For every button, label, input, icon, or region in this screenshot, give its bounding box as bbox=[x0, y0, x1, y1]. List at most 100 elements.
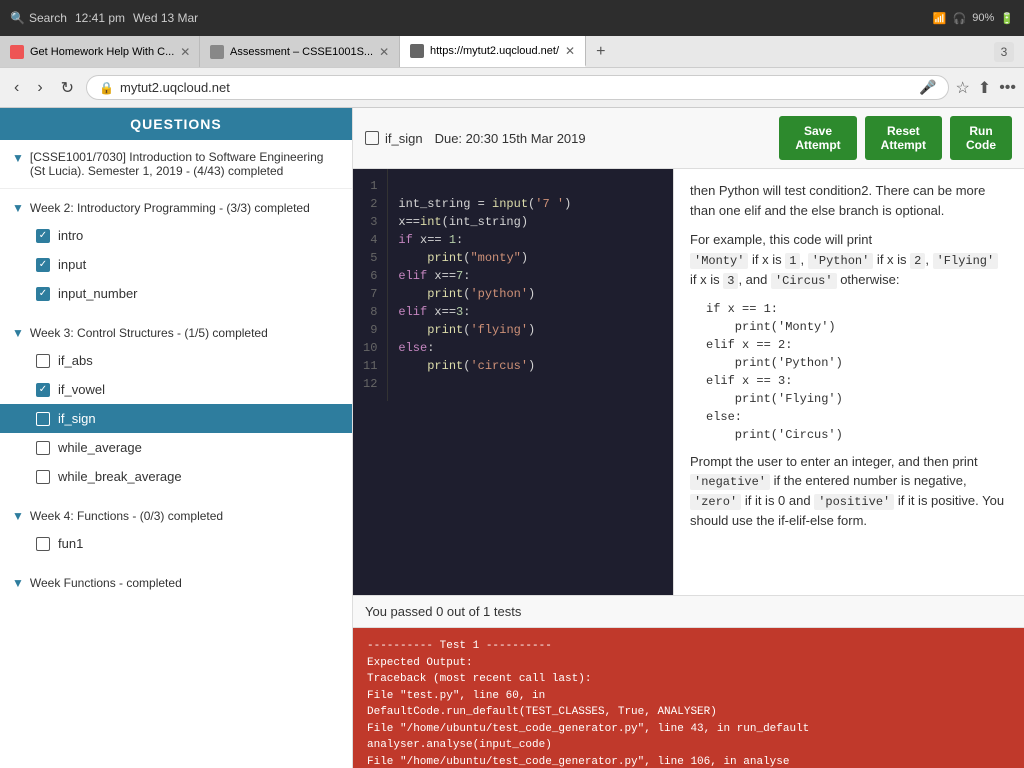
while-break-average-checkbox bbox=[36, 470, 50, 484]
due-date: Due: 20:30 15th Mar 2019 bbox=[435, 131, 586, 146]
test-line-5: DefaultCode.run_default(TEST_CLASSES, Tr… bbox=[367, 704, 1010, 721]
week4-chevron-icon: ▼ bbox=[12, 509, 24, 523]
week-functions-header[interactable]: ▼ Week Functions - completed bbox=[0, 570, 352, 596]
desc-para1: For example, this code will print 'Monty… bbox=[690, 230, 1008, 290]
while-average-label: while_average bbox=[58, 440, 142, 455]
sidebar-item-intro[interactable]: ✓ intro bbox=[0, 221, 352, 250]
input-label: input bbox=[58, 257, 86, 272]
code-lines: 12345 678910 1112 int_string = input('7 … bbox=[353, 169, 673, 401]
tab-assessment[interactable]: Assessment – CSSE1001S... ✕ bbox=[200, 36, 400, 67]
week2-header[interactable]: ▼ Week 2: Introductory Programming - (3/… bbox=[0, 195, 352, 221]
share-button[interactable]: ⬆ bbox=[978, 78, 991, 98]
week-functions-chevron-icon: ▼ bbox=[12, 576, 24, 590]
x3-inline: 3 bbox=[723, 273, 738, 289]
fun1-checkbox bbox=[36, 537, 50, 551]
week2-group: ▼ Week 2: Introductory Programming - (3/… bbox=[0, 189, 352, 314]
if-abs-checkbox bbox=[36, 354, 50, 368]
circus-inline: 'Circus' bbox=[771, 273, 837, 289]
new-tab-button[interactable]: + bbox=[586, 43, 615, 61]
reset-attempt-button[interactable]: Reset Attempt bbox=[865, 116, 942, 160]
sidebar-item-fun1[interactable]: fun1 bbox=[0, 529, 352, 558]
if-vowel-checkbox: ✓ bbox=[36, 383, 50, 397]
tab-close-mytut[interactable]: ✕ bbox=[565, 44, 575, 58]
positive-inline: 'positive' bbox=[814, 494, 894, 510]
sidebar-course[interactable]: ▼ [CSSE1001/7030] Introduction to Softwa… bbox=[0, 140, 352, 189]
header-actions: Save Attempt Reset Attempt Run Code bbox=[779, 116, 1012, 160]
while-break-average-label: while_break_average bbox=[58, 469, 182, 484]
lock-icon: 🔒 bbox=[99, 81, 114, 95]
sidebar-item-input-number[interactable]: ✓ input_number bbox=[0, 279, 352, 308]
week3-label: Week 3: Control Structures - (1/5) compl… bbox=[30, 326, 268, 340]
intro-label: intro bbox=[58, 228, 83, 243]
tab-count-badge: 3 bbox=[994, 42, 1014, 62]
tab-icon-assessment bbox=[210, 45, 224, 59]
tab-homework[interactable]: Get Homework Help With C... ✕ bbox=[0, 36, 200, 67]
back-button[interactable]: ‹ bbox=[8, 77, 25, 99]
main-layout: QUESTIONS ▼ [CSSE1001/7030] Introduction… bbox=[0, 108, 1024, 768]
input-checkbox: ✓ bbox=[36, 258, 50, 272]
week2-label: Week 2: Introductory Programming - (3/3)… bbox=[30, 201, 310, 215]
tab-label-homework: Get Homework Help With C... bbox=[30, 46, 174, 58]
if-vowel-label: if_vowel bbox=[58, 382, 105, 397]
sidebar-item-input[interactable]: ✓ input bbox=[0, 250, 352, 279]
x1-inline: 1 bbox=[785, 253, 800, 269]
week3-chevron-icon: ▼ bbox=[12, 326, 24, 340]
tab-close-homework[interactable]: ✕ bbox=[180, 45, 190, 59]
if-sign-checkbox bbox=[36, 412, 50, 426]
address-bar[interactable]: 🔒 mytut2.uqcloud.net 🎤 bbox=[86, 75, 949, 100]
if-sign-label: if_sign bbox=[58, 411, 96, 426]
test-results: You passed 0 out of 1 tests ---------- T… bbox=[353, 595, 1024, 768]
test-results-header: You passed 0 out of 1 tests bbox=[353, 596, 1024, 628]
fun1-label: fun1 bbox=[58, 536, 83, 551]
search-icon: 🔍 bbox=[10, 11, 25, 25]
code-content[interactable]: int_string = input('7 ') x==int(int_stri… bbox=[388, 169, 673, 401]
test-line-7: analyser.analyse(input_code) bbox=[367, 737, 1010, 754]
sidebar-item-while-average[interactable]: while_average bbox=[0, 433, 352, 462]
save-attempt-button[interactable]: Save Attempt bbox=[779, 116, 856, 160]
example-code-block: if x == 1: print('Monty') elif x == 2: p… bbox=[690, 300, 1008, 444]
bookmark-button[interactable]: ☆ bbox=[955, 78, 969, 98]
sidebar-item-if-sign[interactable]: if_sign bbox=[0, 404, 352, 433]
x2-inline: 2 bbox=[910, 253, 925, 269]
week4-header[interactable]: ▼ Week 4: Functions - (0/3) completed bbox=[0, 503, 352, 529]
week2-chevron-icon: ▼ bbox=[12, 201, 24, 215]
question-name: if_sign bbox=[385, 131, 423, 146]
browser-time: 12:41 pm bbox=[75, 11, 125, 25]
desc-intro: then Python will test condition2. There … bbox=[690, 181, 1008, 220]
run-code-button[interactable]: Run Code bbox=[950, 116, 1012, 160]
zero-inline: 'zero' bbox=[690, 494, 741, 510]
tab-mytut[interactable]: https://mytut2.uqcloud.net/ ✕ bbox=[400, 36, 586, 67]
sidebar-item-if-abs[interactable]: if_abs bbox=[0, 346, 352, 375]
forward-button[interactable]: › bbox=[31, 77, 48, 99]
negative-inline: 'negative' bbox=[690, 474, 770, 490]
wifi-icon: 📶 bbox=[933, 12, 947, 25]
tab-icon-mytut bbox=[410, 44, 424, 58]
input-number-label: input_number bbox=[58, 286, 138, 301]
content-area: if_sign Due: 20:30 15th Mar 2019 Save At… bbox=[353, 108, 1024, 768]
content-body: 12345 678910 1112 int_string = input('7 … bbox=[353, 169, 1024, 595]
week3-header[interactable]: ▼ Week 3: Control Structures - (1/5) com… bbox=[0, 320, 352, 346]
intro-checkbox: ✓ bbox=[36, 229, 50, 243]
tab-close-assessment[interactable]: ✕ bbox=[379, 45, 389, 59]
menu-button[interactable]: ••• bbox=[999, 79, 1016, 97]
question-checkbox[interactable] bbox=[365, 131, 379, 145]
test-line-4: File "test.py", line 60, in bbox=[367, 688, 1010, 705]
sidebar-header: QUESTIONS bbox=[0, 108, 352, 140]
sidebar-item-while-break-average[interactable]: while_break_average bbox=[0, 462, 352, 491]
address-text: mytut2.uqcloud.net bbox=[120, 80, 913, 95]
tab-label-assessment: Assessment – CSSE1001S... bbox=[230, 46, 373, 58]
sidebar-item-if-vowel[interactable]: ✓ if_vowel bbox=[0, 375, 352, 404]
week4-group: ▼ Week 4: Functions - (0/3) completed fu… bbox=[0, 497, 352, 564]
headphone-icon: 🎧 bbox=[953, 12, 967, 25]
browser-search: 🔍 Search bbox=[10, 11, 67, 25]
test-line-3: Traceback (most recent call last): bbox=[367, 671, 1010, 688]
course-chevron-icon: ▼ bbox=[12, 151, 24, 165]
browser-date: Wed 13 Mar bbox=[133, 11, 198, 25]
week-functions-group: ▼ Week Functions - completed bbox=[0, 564, 352, 602]
test-line-2: Expected Output: bbox=[367, 655, 1010, 672]
course-label: [CSSE1001/7030] Introduction to Software… bbox=[30, 150, 340, 178]
code-panel[interactable]: 12345 678910 1112 int_string = input('7 … bbox=[353, 169, 673, 595]
test-line-1: ---------- Test 1 ---------- bbox=[367, 638, 1010, 655]
reload-button[interactable]: ↻ bbox=[55, 76, 80, 100]
tab-icon-homework bbox=[10, 45, 24, 59]
